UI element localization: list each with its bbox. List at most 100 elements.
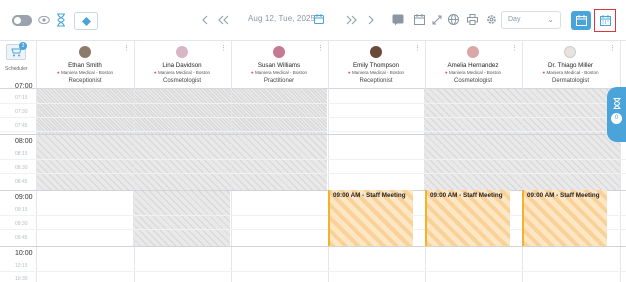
- staff-location: ● Maniera Medical - Boston: [542, 70, 599, 75]
- waitlist-side-tab[interactable]: 0: [607, 87, 626, 142]
- time-label: 09:15: [15, 207, 28, 213]
- time-label: 08:45: [15, 179, 28, 185]
- toolbar: Aug 12, Tue, 2025 Day ⌄: [0, 0, 626, 40]
- double-chevron-left-icon: [217, 15, 228, 25]
- time-label: 10:30: [15, 276, 28, 282]
- grid-line: [0, 103, 626, 104]
- location-pin-icon: ●: [347, 70, 351, 75]
- staff-role: Cosmetologist: [162, 78, 201, 84]
- staff-role: Practitioner: [263, 78, 295, 84]
- time-label: 08:00: [15, 138, 33, 145]
- scheduler-cell[interactable]: 3 Scheduler: [0, 41, 37, 89]
- avatar: [273, 46, 285, 58]
- double-chevron-right-icon: [346, 15, 357, 25]
- staff-header-4[interactable]: ⋮ Amelia Hernandez ● Maniera Medical - B…: [424, 41, 523, 89]
- time-label: 07:00: [15, 83, 33, 90]
- calendar-grid-icon[interactable]: [413, 13, 425, 26]
- staff-location: ● Maniera Medical - Boston: [153, 70, 211, 75]
- location-pin-icon: ●: [542, 70, 546, 75]
- avatar: [564, 46, 576, 58]
- eye-icon[interactable]: [38, 15, 50, 25]
- time-label: 09:30: [15, 221, 28, 227]
- staff-name: Ethan Smith: [68, 62, 102, 69]
- grid-line: [0, 131, 626, 132]
- appointment-title: 09:00 AM - Staff Meeting: [527, 192, 600, 199]
- location-pin-icon: ●: [153, 70, 157, 75]
- scheduler-badge: 3: [19, 42, 27, 50]
- staff-header-row: 3 Scheduler ⋮ Ethan Smith ● Maniera Medi…: [0, 40, 626, 89]
- appointment-title: 09:00 AM - Staff Meeting: [430, 192, 503, 199]
- more-options-icon[interactable]: ⋮: [414, 45, 421, 52]
- staff-header-2[interactable]: ⋮ Susan Williams ● Maniera Medical - Bos…: [230, 41, 329, 89]
- time-label: 09:00: [15, 194, 33, 201]
- grid-line: [0, 271, 626, 272]
- staff-role: Dermatologist: [551, 78, 589, 84]
- staff-location: ● Maniera Medical - Boston: [347, 70, 405, 75]
- grid-line: [0, 173, 626, 174]
- appointment-card[interactable]: 09:00 AM - Staff Meeting: [328, 190, 413, 246]
- chevron-down-icon: ⌄: [547, 15, 554, 24]
- location-pin-icon: ●: [444, 70, 448, 75]
- prev-week-button[interactable]: [217, 14, 229, 26]
- view-select[interactable]: Day ⌄: [501, 11, 561, 29]
- week-view-calendar-button[interactable]: [594, 9, 616, 32]
- time-label: 07:30: [15, 109, 28, 115]
- appointment-card[interactable]: 09:00 AM - Staff Meeting: [522, 190, 607, 246]
- more-options-icon[interactable]: ⋮: [511, 45, 518, 52]
- gear-icon[interactable]: [485, 13, 497, 26]
- grid-line: [0, 159, 626, 160]
- staff-header-5[interactable]: ⋮ Dr. Thiago Miller ● Maniera Medical - …: [521, 41, 621, 89]
- time-label: 08:30: [15, 165, 28, 171]
- calendar-icon: [575, 15, 587, 26]
- more-options-icon[interactable]: ⋮: [220, 45, 227, 52]
- staff-role: Receptionist: [359, 78, 393, 84]
- staff-name: Susan Williams: [257, 62, 301, 69]
- staff-header-3[interactable]: ⋮ Emily Thompson ● Maniera Medical - Bos…: [327, 41, 426, 89]
- print-icon[interactable]: [466, 13, 478, 26]
- appointment-card[interactable]: 09:00 AM - Staff Meeting: [425, 190, 510, 246]
- staff-role: Receptionist: [68, 78, 102, 84]
- hourglass-icon[interactable]: [56, 13, 66, 27]
- time-label: 10:15: [15, 263, 28, 269]
- expand-icon[interactable]: [431, 13, 443, 26]
- staff-role: Cosmetologist: [453, 78, 492, 84]
- current-date[interactable]: Aug 12, Tue, 2025: [248, 14, 315, 23]
- location-pin-icon: ●: [56, 70, 60, 75]
- time-label: 07:45: [15, 123, 28, 129]
- diamond-button[interactable]: [74, 12, 98, 30]
- staff-header-1[interactable]: ⋮ Lina Davidson ● Maniera Medical - Bost…: [133, 41, 232, 89]
- staff-name: Emily Thompson: [353, 62, 399, 69]
- toggle-switch[interactable]: [12, 15, 32, 26]
- globe-icon[interactable]: [447, 13, 459, 26]
- day-view-calendar-button[interactable]: [571, 11, 591, 30]
- date-picker-calendar-icon[interactable]: [314, 14, 324, 24]
- sms-icon[interactable]: [392, 13, 404, 26]
- avatar: [79, 46, 91, 58]
- time-label: 08:15: [15, 151, 28, 157]
- staff-name: Amelia Hernandez: [447, 62, 499, 69]
- prev-day-button[interactable]: [199, 14, 211, 26]
- time-label: 09:45: [15, 235, 28, 241]
- more-options-icon[interactable]: ⋮: [317, 45, 324, 52]
- waitlist-count: 0: [611, 113, 622, 124]
- calendar-icon: [599, 15, 611, 26]
- location-pin-icon: ●: [250, 70, 254, 75]
- hour-line: [0, 134, 626, 135]
- view-select-value: Day: [508, 16, 521, 23]
- next-week-button[interactable]: [345, 14, 357, 26]
- chevron-left-icon: [202, 15, 208, 25]
- staff-location: ● Maniera Medical - Boston: [250, 70, 308, 75]
- more-options-icon[interactable]: ⋮: [609, 45, 616, 52]
- grid-line: [0, 117, 626, 118]
- next-day-button[interactable]: [365, 14, 377, 26]
- chevron-right-icon: [368, 15, 374, 25]
- staff-name: Lina Davidson: [162, 62, 202, 69]
- hour-line: [0, 246, 626, 247]
- staff-header-0[interactable]: ⋮ Ethan Smith ● Maniera Medical - Boston…: [36, 41, 135, 89]
- hourglass-icon: [613, 98, 621, 109]
- avatar: [176, 46, 188, 58]
- more-options-icon[interactable]: ⋮: [123, 45, 130, 52]
- diamond-icon: [81, 16, 91, 26]
- avatar: [467, 46, 479, 58]
- staff-name: Dr. Thiago Miller: [548, 62, 593, 69]
